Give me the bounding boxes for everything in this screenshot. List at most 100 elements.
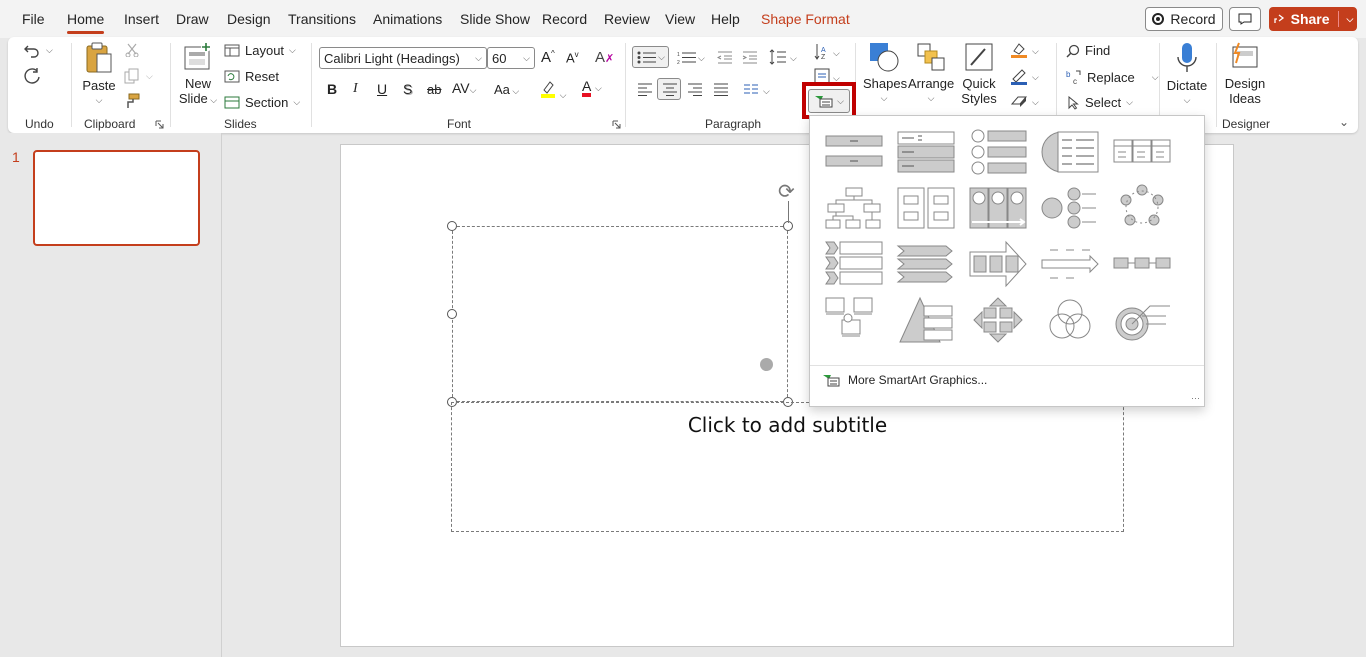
slide-thumbnail[interactable] — [33, 150, 200, 246]
line-spacing-icon[interactable] — [769, 49, 787, 65]
font-size-combo[interactable]: 60 ⌵ — [487, 47, 535, 69]
font-name-combo[interactable]: Calibri Light (Headings) ⌵ — [319, 47, 487, 69]
smartart-arrow-list[interactable] — [894, 240, 958, 288]
smartart-chevron-list[interactable] — [822, 240, 886, 288]
redo-icon[interactable] — [23, 67, 41, 85]
tab-file[interactable]: File — [22, 11, 45, 27]
numbering-dropdown-icon[interactable]: ⌵ — [698, 53, 705, 64]
clear-formatting-icon[interactable]: A✗ — [595, 49, 614, 66]
change-case-button[interactable]: Aa ⌵ — [494, 82, 519, 97]
tab-insert[interactable]: Insert — [124, 11, 159, 27]
smartart-radial-cluster[interactable] — [1038, 184, 1102, 232]
clipboard-launcher-icon[interactable] — [155, 120, 164, 129]
smartart-venn[interactable] — [1038, 296, 1102, 344]
copy-icon[interactable] — [124, 68, 140, 84]
smartart-circle-list[interactable] — [966, 128, 1030, 176]
smartart-target[interactable] — [1110, 296, 1174, 344]
character-spacing-icon[interactable]: AV⌵ — [452, 80, 476, 96]
smartart-picture-org[interactable] — [822, 296, 886, 344]
select-button[interactable]: Select ⌵ — [1066, 95, 1133, 110]
tab-transitions[interactable]: Transitions — [288, 11, 356, 27]
tab-slide-show[interactable]: Slide Show — [460, 11, 530, 27]
quick-styles-button[interactable]: Quick Styles ⌵ — [957, 41, 1001, 125]
align-right-icon[interactable] — [687, 83, 703, 96]
shape-fill-icon[interactable] — [1010, 41, 1028, 59]
decrease-indent-icon[interactable] — [717, 51, 733, 64]
ribbon-collapse-icon[interactable]: ⌄ — [1339, 115, 1349, 129]
line-spacing-dropdown-icon[interactable]: ⌵ — [790, 53, 797, 64]
title-placeholder[interactable] — [452, 226, 788, 402]
shape-effects-dropdown-icon[interactable]: ⌵ — [1032, 97, 1039, 108]
smartart-process-arrows[interactable] — [966, 240, 1030, 288]
undo-dropdown-icon[interactable]: ⌵ — [46, 45, 53, 56]
comments-button[interactable] — [1229, 7, 1261, 31]
rotate-handle-icon[interactable]: ⟳ — [778, 179, 795, 204]
bullets-button[interactable]: ⌵ — [632, 46, 669, 68]
font-color-button[interactable]: A ⌵ — [582, 79, 602, 97]
find-button[interactable]: Find — [1066, 43, 1110, 58]
align-left-icon[interactable] — [637, 83, 653, 96]
strikethrough-button[interactable]: ab — [427, 82, 441, 97]
dictate-button[interactable]: Dictate ⌵ — [1166, 41, 1208, 108]
chevron-down-icon[interactable]: ⌵ — [475, 53, 482, 64]
paste-button[interactable]: Paste ⌵ — [80, 41, 118, 108]
shape-effects-icon[interactable] — [1010, 94, 1028, 108]
share-button[interactable]: Share ⌵ — [1269, 7, 1357, 31]
tab-animations[interactable]: Animations — [373, 11, 442, 27]
shape-outline-dropdown-icon[interactable]: ⌵ — [1032, 72, 1039, 83]
smartart-basic-process[interactable] — [1110, 240, 1174, 288]
smartart-matrix[interactable] — [966, 296, 1030, 344]
replace-button[interactable]: bc Replace ⌵ — [1066, 69, 1159, 86]
bold-button[interactable]: B — [327, 81, 337, 97]
undo-icon[interactable] — [23, 42, 41, 58]
subtitle-placeholder[interactable]: Click to add subtitle — [451, 402, 1124, 532]
tab-draw[interactable]: Draw — [176, 11, 209, 27]
smartart-circle-process[interactable] — [966, 184, 1030, 232]
font-launcher-icon[interactable] — [612, 120, 621, 129]
layout-button[interactable]: Layout ⌵ — [224, 43, 296, 58]
cut-icon[interactable] — [125, 43, 139, 57]
smartart-timeline[interactable] — [1038, 240, 1102, 288]
increase-font-size-icon[interactable]: A^ — [541, 49, 555, 66]
smartart-stacked-list[interactable] — [1038, 128, 1102, 176]
resize-handle[interactable] — [447, 309, 457, 319]
italic-button[interactable]: I — [353, 81, 358, 97]
chevron-down-icon[interactable]: ⌵ — [523, 53, 530, 64]
tab-design[interactable]: Design — [227, 11, 271, 27]
reset-button[interactable]: Reset — [224, 69, 279, 84]
align-center-button[interactable] — [657, 78, 681, 100]
increase-indent-icon[interactable] — [742, 51, 758, 64]
chevron-down-icon[interactable]: ⌵ — [1347, 14, 1354, 25]
decrease-font-size-icon[interactable]: Av — [566, 50, 579, 65]
smartart-horizontal-hierarchy[interactable] — [894, 184, 958, 232]
smartart-table-list[interactable] — [1110, 128, 1174, 176]
tab-shape-format[interactable]: Shape Format — [761, 11, 850, 27]
tab-home[interactable]: Home — [67, 11, 105, 34]
numbering-icon[interactable]: 12 — [677, 51, 697, 64]
tab-view[interactable]: View — [665, 11, 695, 27]
text-direction-dropdown-icon[interactable]: ⌵ — [833, 48, 840, 59]
arrange-button[interactable]: Arrange ⌵ — [908, 41, 954, 106]
smartart-cycle[interactable] — [1110, 184, 1174, 232]
columns-dropdown-icon[interactable]: ⌵ — [763, 86, 770, 97]
new-slide-button[interactable]: New Slide ⌵ — [178, 41, 218, 108]
highlight-color-button[interactable]: ⌵ — [540, 80, 566, 101]
resize-grip-icon[interactable]: ⋯ — [1191, 393, 1200, 404]
smartart-basic-block-list[interactable] — [822, 128, 886, 176]
section-button[interactable]: Section ⌵ — [224, 95, 300, 110]
format-painter-icon[interactable] — [124, 93, 140, 109]
columns-icon[interactable] — [743, 83, 759, 96]
smartart-hierarchy[interactable] — [822, 184, 886, 232]
resize-handle[interactable] — [447, 221, 457, 231]
design-ideas-button[interactable]: Design Ideas — [1223, 41, 1267, 106]
smartart-pyramid-list[interactable] — [894, 296, 958, 344]
text-direction-icon[interactable]: AZ — [814, 43, 830, 61]
text-shadow-button[interactable]: S — [403, 81, 412, 97]
shapes-button[interactable]: Shapes ⌵ — [863, 41, 907, 106]
copy-dropdown-icon[interactable]: ⌵ — [146, 71, 153, 82]
shape-fill-dropdown-icon[interactable]: ⌵ — [1032, 46, 1039, 57]
record-button[interactable]: Record — [1145, 7, 1223, 31]
tab-help[interactable]: Help — [711, 11, 740, 27]
tab-record[interactable]: Record — [542, 11, 587, 27]
underline-button[interactable]: U — [377, 81, 387, 97]
